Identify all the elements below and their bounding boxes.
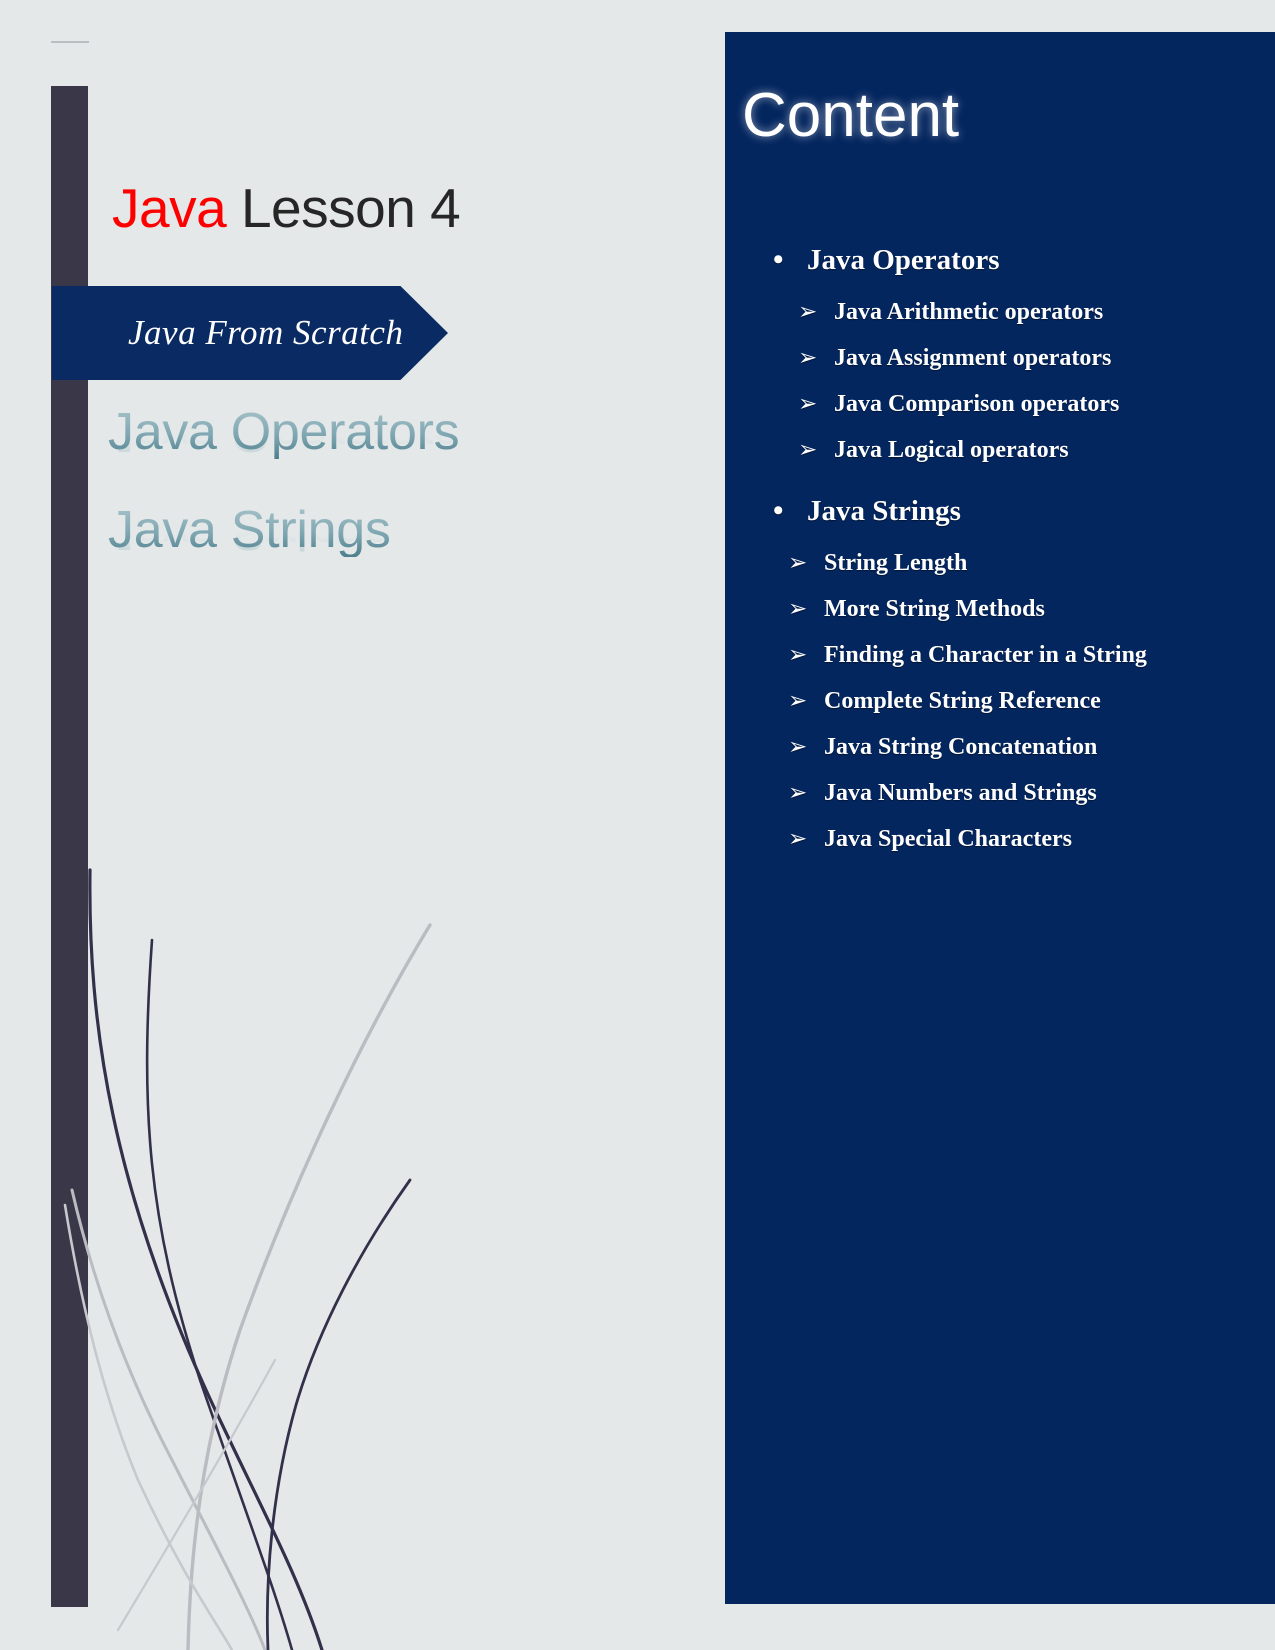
toc-sub-label: Java Arithmetic operators [834, 299, 1104, 325]
toc-sub-label: Java Numbers and Strings [824, 780, 1097, 806]
arrow-bullet-icon: ➢ [788, 734, 808, 760]
content-heading: Content [742, 81, 960, 150]
toc-group-strings: • Java Strings ➢ String Length ➢ More St… [725, 495, 1275, 862]
toc-sub-item[interactable]: ➢ Java String Concatenation [725, 724, 1275, 770]
arrow-banner-label: Java From Scratch [128, 313, 404, 352]
bullet-icon: • [773, 243, 784, 276]
cover-page: Java Lesson 4 Java From Scratch Java Ope… [0, 0, 1275, 1650]
toc-sub-item[interactable]: ➢ Java Comparison operators [725, 381, 1275, 427]
toc-sub-item[interactable]: ➢ String Length [725, 540, 1275, 586]
arrow-bullet-icon: ➢ [788, 826, 808, 852]
top-hairline-divider [51, 41, 89, 43]
toc-sub-item[interactable]: ➢ Java Arithmetic operators [725, 289, 1275, 335]
toc-sub-item[interactable]: ➢ Java Logical operators [725, 427, 1275, 473]
arrow-bullet-icon: ➢ [788, 642, 808, 668]
arrow-bullet-icon: ➢ [788, 550, 808, 576]
toc-sub-item[interactable]: ➢ More String Methods [725, 586, 1275, 632]
toc-sub-item[interactable]: ➢ Java Assignment operators [725, 335, 1275, 381]
toc-sub-label: Java Special Characters [824, 826, 1072, 852]
toc-sub-item[interactable]: ➢ Finding a Character in a String [725, 632, 1275, 678]
subtitle-line-1: Java Operators Java Operators [108, 403, 460, 512]
subtitle-line-1-text: Java Operators [108, 403, 460, 461]
bullet-icon: • [773, 494, 784, 527]
toc-main-label: Java Operators [807, 244, 1000, 276]
arrow-bullet-icon: ➢ [798, 437, 818, 463]
subtitle-line-2-text: Java Strings [108, 501, 391, 559]
page-title-accent: Java [112, 177, 227, 239]
toc-sub-label: String Length [824, 550, 968, 576]
toc-sub-item[interactable]: ➢ Java Special Characters [725, 816, 1275, 862]
toc-main-item-java-strings[interactable]: • Java Strings [725, 495, 1275, 528]
page-title: Java Lesson 4 [112, 177, 461, 239]
toc-sub-label: Java Logical operators [834, 437, 1069, 463]
content-panel: Content • Java Operators ➢ Java Arithmet… [725, 32, 1275, 1604]
subtitle-arrow-banner: Java From Scratch [52, 286, 448, 380]
toc-sub-label: More String Methods [824, 596, 1045, 622]
toc-main-label: Java Strings [807, 495, 961, 527]
grass-stems-decoration [63, 868, 432, 1650]
toc-group-operators: • Java Operators ➢ Java Arithmetic opera… [725, 244, 1275, 473]
toc-sub-item[interactable]: ➢ Complete String Reference [725, 678, 1275, 724]
arrow-bullet-icon: ➢ [798, 299, 818, 325]
toc-main-item-java-operators[interactable]: • Java Operators [725, 244, 1275, 277]
page-title-rest: Lesson 4 [226, 177, 461, 239]
toc-sub-label: Java Comparison operators [834, 391, 1120, 417]
subtitle-line-2: Java Strings Java Strings [108, 501, 391, 610]
toc-sub-item[interactable]: ➢ Java Numbers and Strings [725, 770, 1275, 816]
arrow-bullet-icon: ➢ [798, 345, 818, 371]
toc-sub-label: Complete String Reference [824, 688, 1101, 714]
arrow-bullet-icon: ➢ [788, 596, 808, 622]
arrow-bullet-icon: ➢ [788, 780, 808, 806]
toc-sub-label: Finding a Character in a String [824, 642, 1147, 668]
arrow-bullet-icon: ➢ [788, 688, 808, 714]
toc-sub-label: Java String Concatenation [824, 734, 1098, 760]
toc-sub-label: Java Assignment operators [834, 345, 1112, 371]
table-of-contents: • Java Operators ➢ Java Arithmetic opera… [725, 244, 1275, 862]
arrow-bullet-icon: ➢ [798, 391, 818, 417]
